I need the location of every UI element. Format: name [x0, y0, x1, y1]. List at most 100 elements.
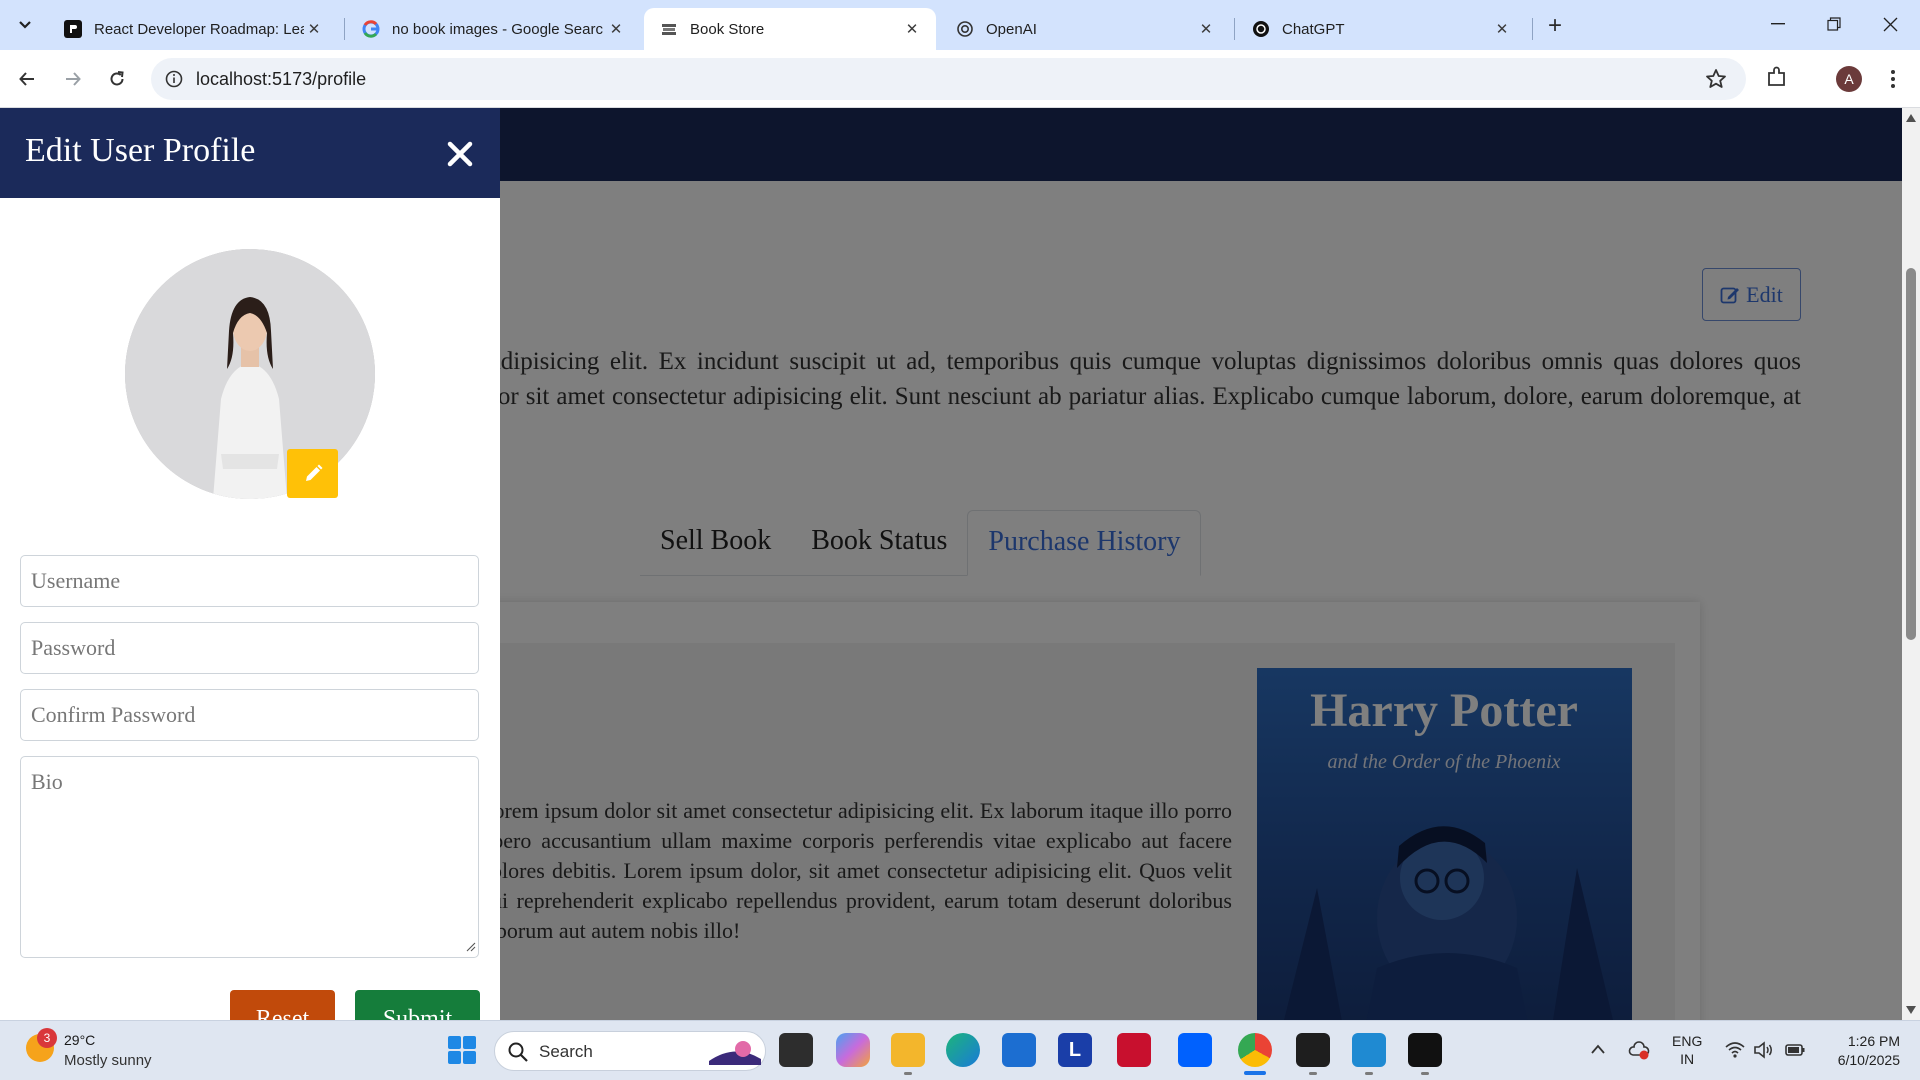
tab-title: React Developer Roadmap: Lea	[94, 20, 304, 38]
close-offcanvas-button[interactable]	[440, 134, 480, 174]
vscode-icon[interactable]	[1352, 1033, 1386, 1067]
browser-tab-active[interactable]: Book Store ✕	[644, 8, 936, 50]
search-icon	[508, 1042, 528, 1062]
weather-badge: 3	[37, 1028, 57, 1048]
running-indicator	[1365, 1072, 1373, 1075]
close-icon	[1883, 17, 1897, 31]
close-icon[interactable]: ✕	[304, 19, 324, 39]
close-icon[interactable]: ✕	[1492, 19, 1512, 39]
dropbox-icon[interactable]	[1178, 1033, 1212, 1067]
minimize-icon	[1771, 23, 1785, 25]
change-picture-button[interactable]	[287, 449, 338, 498]
weather-description[interactable]: Mostly sunny	[64, 1052, 152, 1069]
extensions-icon[interactable]	[1764, 64, 1794, 94]
close-icon[interactable]: ✕	[902, 19, 922, 39]
language-indicator[interactable]: ENG IN	[1672, 1032, 1702, 1068]
taskbar-search-label: Search	[539, 1042, 593, 1061]
browser-tabstrip: React Developer Roadmap: Lea ✕ no book i…	[0, 0, 1920, 50]
tab-title: Book Store	[690, 20, 765, 38]
reload-icon	[110, 71, 124, 86]
browser-tab[interactable]: OpenAI ✕	[940, 8, 1230, 50]
forward-button[interactable]	[56, 62, 90, 96]
tab-separator	[1532, 18, 1533, 40]
more-options-icon[interactable]	[1880, 66, 1906, 92]
tab-title: ChatGPT	[1282, 20, 1345, 38]
file-explorer-icon[interactable]	[891, 1033, 925, 1067]
scroll-down-arrow-icon[interactable]	[1906, 1006, 1916, 1014]
reset-button[interactable]: Reset	[230, 990, 335, 1020]
profile-avatar-button[interactable]: A	[1836, 66, 1862, 92]
microsoft-store-icon[interactable]	[1002, 1033, 1036, 1067]
running-indicator	[1309, 1072, 1317, 1075]
browser-tab[interactable]: React Developer Roadmap: Lea ✕	[48, 8, 338, 50]
bookstore-favicon-icon	[660, 20, 678, 38]
url-text[interactable]: localhost:5173/profile	[196, 69, 366, 90]
site-info-icon[interactable]	[161, 66, 187, 92]
close-window-button[interactable]	[1862, 0, 1918, 48]
back-button[interactable]	[10, 62, 44, 96]
tab-separator	[344, 18, 345, 40]
clock-date: 6/10/2025	[1837, 1052, 1900, 1068]
bio-textarea[interactable]	[20, 756, 479, 958]
language-code: ENG	[1672, 1033, 1703, 1049]
battery-icon[interactable]	[1784, 1039, 1806, 1061]
windows-start-icon[interactable]	[448, 1036, 476, 1064]
active-app-indicator	[1244, 1071, 1266, 1075]
lms-app-icon[interactable]: L	[1058, 1033, 1092, 1067]
restore-button[interactable]	[1806, 0, 1862, 48]
edge-browser-icon[interactable]	[946, 1033, 980, 1067]
google-icon	[362, 20, 380, 38]
openai-icon	[956, 20, 974, 38]
resize-handle-icon[interactable]	[466, 942, 476, 952]
offcanvas-title: Edit User Profile	[25, 132, 256, 169]
cloud-sync-icon[interactable]	[1628, 1039, 1650, 1061]
restore-icon	[1827, 17, 1841, 31]
confirm-password-input[interactable]	[20, 689, 479, 741]
username-input[interactable]	[20, 555, 479, 607]
terminal-icon[interactable]	[1296, 1033, 1330, 1067]
page-scrollbar[interactable]	[1902, 108, 1920, 1020]
system-clock[interactable]: 1:26 PM 6/10/2025	[1820, 1032, 1900, 1070]
task-view-icon[interactable]	[779, 1033, 813, 1067]
chevron-up-icon[interactable]	[1590, 1043, 1606, 1055]
weather-temperature[interactable]: 29°C	[64, 1032, 95, 1048]
roadmap-favicon-icon	[64, 20, 82, 38]
close-icon	[447, 141, 473, 167]
password-input[interactable]	[20, 622, 479, 674]
arrow-right-icon	[66, 72, 81, 86]
search-highlight-icon	[709, 1041, 761, 1065]
chevron-down-icon	[19, 21, 31, 29]
chrome-icon[interactable]	[1238, 1033, 1272, 1067]
reload-button[interactable]	[100, 62, 134, 96]
tab-title: OpenAI	[986, 20, 1037, 38]
minimize-button[interactable]	[1750, 0, 1806, 48]
region-code: IN	[1680, 1051, 1695, 1067]
volume-icon[interactable]	[1752, 1039, 1774, 1061]
pencil-icon	[305, 464, 322, 481]
scroll-up-arrow-icon[interactable]	[1906, 114, 1916, 122]
browser-tab[interactable]: no book images - Google Searc ✕	[346, 8, 640, 50]
close-icon[interactable]: ✕	[1196, 19, 1216, 39]
taskbar-search[interactable]: Search	[494, 1031, 766, 1071]
new-tab-button[interactable]: +	[1540, 11, 1570, 41]
wifi-icon[interactable]	[1724, 1039, 1746, 1061]
windows-taskbar: 3 29°C Mostly sunny Search L ENG IN 1:26…	[0, 1020, 1920, 1080]
clock-time: 1:26 PM	[1847, 1033, 1900, 1049]
figma-icon[interactable]	[1408, 1033, 1442, 1067]
tab-search-menu-button[interactable]	[8, 9, 42, 41]
arrow-left-icon	[19, 72, 34, 86]
running-indicator	[904, 1072, 912, 1075]
address-bar[interactable]: localhost:5173/profile	[151, 58, 1746, 100]
bookmark-star-icon[interactable]	[1704, 67, 1728, 91]
chatgpt-icon	[1252, 20, 1270, 38]
page-viewport: Edit Lorem ipsum dolor sit amet consecte…	[0, 108, 1920, 1020]
submit-button[interactable]: Submit	[355, 990, 480, 1020]
scrollbar-thumb[interactable]	[1906, 268, 1916, 640]
edit-profile-offcanvas: Edit User Profile Reset Submit	[0, 108, 500, 1020]
mcafee-icon[interactable]	[1117, 1033, 1151, 1067]
copilot-icon[interactable]	[836, 1033, 870, 1067]
offcanvas-header: Edit User Profile	[0, 108, 500, 198]
browser-tab[interactable]: ChatGPT ✕	[1236, 8, 1526, 50]
close-icon[interactable]: ✕	[606, 19, 626, 39]
tab-title: no book images - Google Searc	[392, 20, 603, 38]
